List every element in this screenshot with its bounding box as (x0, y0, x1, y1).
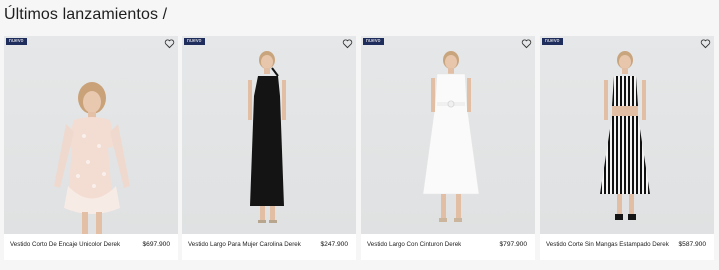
new-badge: nuevo (184, 38, 205, 45)
product-image[interactable]: nuevo (361, 36, 535, 234)
new-badge: nuevo (542, 38, 563, 45)
product-card[interactable]: nuevo Vestido Largo Con Cinturon Derek $… (361, 36, 535, 260)
heart-outline-icon[interactable] (521, 38, 532, 49)
section-title: Últimos lanzamientos / (4, 6, 168, 23)
new-badge: nuevo (6, 38, 27, 45)
heart-outline-icon[interactable] (342, 38, 353, 49)
product-price: $587.900 (678, 241, 706, 248)
product-image[interactable]: nuevo (540, 36, 714, 234)
heart-outline-icon[interactable] (700, 38, 711, 49)
product-grid: nuevo Vestido Corto De Encaje Unicolor D… (4, 36, 716, 260)
new-badge: nuevo (363, 38, 384, 45)
product-price: $697.900 (142, 241, 170, 248)
product-image[interactable]: nuevo (4, 36, 178, 234)
model-black-dress-image (248, 51, 286, 223)
product-info: Vestido Corte Sin Mangas Estampado Derek… (540, 234, 714, 260)
product-name[interactable]: Vestido Corto De Encaje Unicolor Derek (10, 241, 120, 248)
product-info: Vestido Corto De Encaje Unicolor Derek $… (4, 234, 178, 260)
model-striped-dress-image (600, 51, 650, 220)
product-name[interactable]: Vestido Largo Para Mujer Carolina Derek (188, 241, 301, 248)
product-price: $247.900 (320, 241, 348, 248)
product-card[interactable]: nuevo Vestido Corto De Encaje Unicolor D… (4, 36, 178, 260)
product-card[interactable]: nuevo Vestido Largo Para Mujer Carolina … (182, 36, 356, 260)
product-name[interactable]: Vestido Corte Sin Mangas Estampado Derek (546, 241, 669, 248)
product-price: $797.900 (499, 241, 527, 248)
model-lace-dress-image (54, 82, 130, 234)
heart-outline-icon[interactable] (164, 38, 175, 49)
product-info: Vestido Largo Con Cinturon Derek $797.90… (361, 234, 535, 260)
model-white-dress-image (422, 51, 480, 222)
product-info: Vestido Largo Para Mujer Carolina Derek … (182, 234, 356, 260)
product-card[interactable]: nuevo Vestido Corte Sin Mangas Estampado… (540, 36, 714, 260)
product-image[interactable]: nuevo (182, 36, 356, 234)
product-name[interactable]: Vestido Largo Con Cinturon Derek (367, 241, 461, 248)
